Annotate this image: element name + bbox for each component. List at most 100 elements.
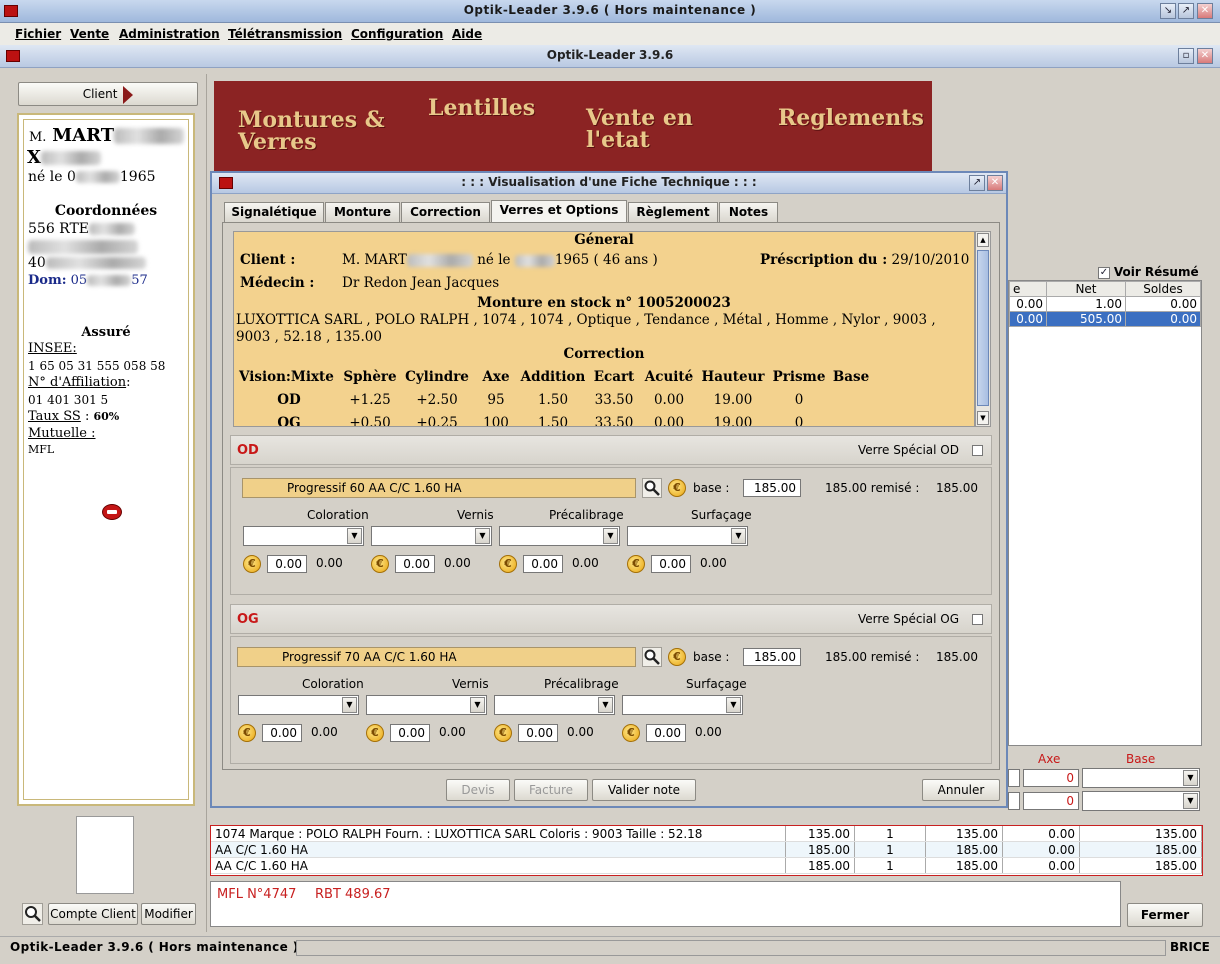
search-client-icon[interactable] [22, 903, 43, 925]
od-lens-field[interactable]: Progressif 60 AA C/C 1.60 HA [242, 478, 636, 498]
window-title: Optik-Leader 3.9.6 ( Hors maintenance ) [463, 3, 757, 17]
banner-montures[interactable]: Montures & Verres [238, 109, 388, 153]
verre-special-og-checkbox[interactable] [972, 614, 983, 625]
menu-fichier[interactable]: Fichier [15, 27, 61, 41]
base-select-1[interactable]: ▼ [1082, 768, 1200, 788]
od-surfacage-price-input[interactable]: 0.00 [651, 555, 691, 573]
banner-reglements[interactable]: Reglements [778, 107, 924, 129]
table-row[interactable]: AA C/C 1.60 HA 185.00 1 185.00 0.00 185.… [211, 841, 1202, 858]
chevron-down-icon[interactable]: ▼ [598, 697, 613, 713]
og-lens-field[interactable]: Progressif 70 AA C/C 1.60 HA [237, 647, 636, 667]
tab-monture[interactable]: Monture [325, 202, 400, 222]
od-precalibrage-euro-icon[interactable]: € [499, 555, 517, 573]
verre-special-od-checkbox[interactable] [972, 445, 983, 456]
tab-correction[interactable]: Correction [401, 202, 490, 222]
banner-vente[interactable]: Vente en l'etat [586, 107, 706, 151]
od-coloration-price-input[interactable]: 0.00 [267, 555, 307, 573]
table-row[interactable]: AA C/C 1.60 HA 185.00 1 185.00 0.00 185.… [211, 857, 1202, 874]
devis-button[interactable]: Devis [446, 779, 510, 801]
tab-signaletique[interactable]: Signalétique [224, 202, 324, 222]
od-vernis-price-input[interactable]: 0.00 [395, 555, 435, 573]
scroll-down-icon[interactable]: ▼ [977, 411, 989, 425]
chevron-down-icon[interactable]: ▼ [475, 528, 490, 544]
menu-administration[interactable]: Administration [119, 27, 220, 41]
close-icon[interactable]: ✕ [1197, 3, 1213, 19]
og-coloration-euro-icon[interactable]: € [238, 724, 256, 742]
chevron-down-icon[interactable]: ▼ [726, 697, 741, 713]
menu-aide[interactable]: Aide [452, 27, 482, 41]
dialog-maximize-icon[interactable]: ↗ [969, 175, 985, 191]
tab-reglement[interactable]: Règlement [628, 202, 718, 222]
note-rbt: RBT 489.67 [315, 887, 391, 902]
table-row[interactable]: 0.00 1.00 0.00 [1009, 296, 1202, 312]
og-vernis-select[interactable]: ▼ [366, 695, 487, 715]
axe-input-1[interactable]: 0 [1023, 769, 1079, 787]
dialog-close-icon[interactable]: ✕ [987, 175, 1003, 191]
compte-client-button[interactable]: Compte Client [48, 903, 138, 925]
chevron-down-icon[interactable]: ▼ [1183, 770, 1198, 786]
og-precalibrage-price-input[interactable]: 0.00 [518, 724, 558, 742]
chevron-down-icon[interactable]: ▼ [347, 528, 362, 544]
og-search-icon[interactable] [642, 647, 662, 667]
facture-button[interactable]: Facture [514, 779, 588, 801]
taux-ss: Taux SS : 60% [28, 409, 120, 424]
scroll-thumb[interactable] [977, 250, 989, 406]
minimize-icon[interactable]: ↘ [1160, 3, 1176, 19]
menu-vente[interactable]: Vente [70, 27, 109, 41]
voir-resume-checkbox[interactable]: ✓ Voir Résumé [1098, 265, 1199, 279]
banner-lentilles[interactable]: Lentilles [428, 97, 535, 119]
chevron-down-icon[interactable]: ▼ [342, 697, 357, 713]
og-vernis-price-input[interactable]: 0.00 [390, 724, 430, 742]
menu-teletransmission[interactable]: Télétransmission [228, 27, 342, 41]
prescription-date: Préscription du : 29/10/2010 [760, 252, 970, 268]
info-scrollbar[interactable]: ▲ ▼ [975, 231, 991, 427]
od-base-input[interactable]: 185.00 [743, 479, 801, 497]
og-coloration-price-input[interactable]: 0.00 [262, 724, 302, 742]
table-row-selected[interactable]: 0.00 505.00 0.00 [1009, 311, 1202, 327]
od-surfacage-select[interactable]: ▼ [627, 526, 748, 546]
og-precalibrage-select[interactable]: ▼ [494, 695, 615, 715]
fermer-button[interactable]: Fermer [1127, 903, 1203, 927]
og-vernis-euro-icon[interactable]: € [366, 724, 384, 742]
og-surfacage-price-input[interactable]: 0.00 [646, 724, 686, 742]
valider-note-button[interactable]: Valider note [592, 779, 696, 801]
og-euro-icon[interactable]: € [668, 648, 686, 666]
od-vernis-select[interactable]: ▼ [371, 526, 492, 546]
od-euro-icon[interactable]: € [668, 479, 686, 497]
chevron-down-icon[interactable]: ▼ [603, 528, 618, 544]
chevron-down-icon[interactable]: ▼ [470, 697, 485, 713]
tab-notes[interactable]: Notes [719, 202, 778, 222]
od-coloration-euro-icon[interactable]: € [243, 555, 261, 573]
og-surfacage-euro-icon[interactable]: € [622, 724, 640, 742]
table-row[interactable]: 1074 Marque : POLO RALPH Fourn. : LUXOTT… [211, 826, 1202, 842]
annuler-button[interactable]: Annuler [922, 779, 1000, 801]
client-photo[interactable] [76, 816, 134, 894]
modifier-button[interactable]: Modifier [141, 903, 196, 925]
mutuelle-label: Mutuelle : [28, 426, 96, 441]
axe-left-input-2[interactable] [1008, 792, 1020, 810]
restore-icon[interactable]: ▫ [1178, 48, 1194, 64]
od-vernis-euro-icon[interactable]: € [371, 555, 389, 573]
od-surfacage-euro-icon[interactable]: € [627, 555, 645, 573]
og-coloration-select[interactable]: ▼ [238, 695, 359, 715]
assure-title: Assuré [81, 325, 131, 340]
axe-left-input[interactable] [1008, 769, 1020, 787]
client-button[interactable]: Client [18, 82, 198, 106]
axe-input-2[interactable]: 0 [1023, 792, 1079, 810]
od-search-icon[interactable] [642, 478, 662, 498]
menu-configuration[interactable]: Configuration [351, 27, 443, 41]
od-precalibrage-price-input[interactable]: 0.00 [523, 555, 563, 573]
og-surfacage-select[interactable]: ▼ [622, 695, 743, 715]
maximize-icon[interactable]: ↗ [1178, 3, 1194, 19]
tab-verres-options[interactable]: Verres et Options [491, 200, 627, 223]
og-precalibrage-euro-icon[interactable]: € [494, 724, 512, 742]
frame-close-icon[interactable]: ✕ [1197, 48, 1213, 64]
od-coloration-select[interactable]: ▼ [243, 526, 364, 546]
og-base-input[interactable]: 185.00 [743, 648, 801, 666]
scroll-up-icon[interactable]: ▲ [977, 233, 989, 247]
od-precalibrage-select[interactable]: ▼ [499, 526, 620, 546]
chevron-down-icon[interactable]: ▼ [731, 528, 746, 544]
base-select-2[interactable]: ▼ [1082, 791, 1200, 811]
notes-area[interactable]: MFL N°4747 RBT 489.67 [210, 881, 1121, 927]
chevron-down-icon[interactable]: ▼ [1183, 793, 1198, 809]
